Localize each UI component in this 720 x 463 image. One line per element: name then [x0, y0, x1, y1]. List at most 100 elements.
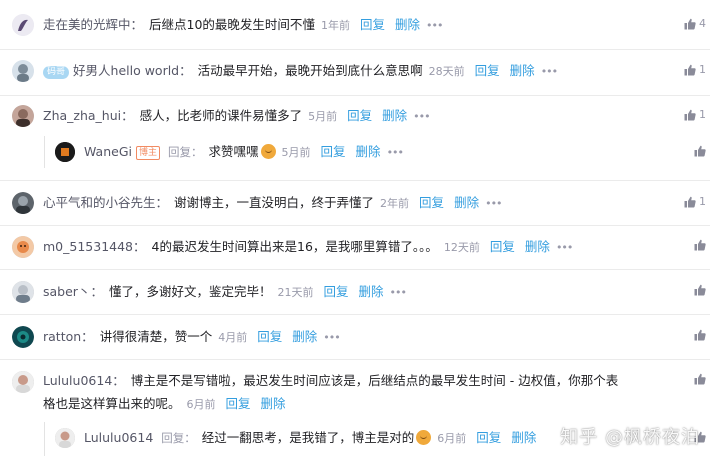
- divider: [0, 269, 710, 270]
- comment-time: 21天前: [277, 286, 314, 299]
- like-button[interactable]: 1: [684, 195, 706, 208]
- colon: ：: [133, 239, 146, 254]
- more-icon[interactable]: •••: [426, 19, 443, 32]
- comment-author[interactable]: 好男人hello world: [73, 63, 179, 78]
- avatar[interactable]: [12, 60, 34, 82]
- reply-button[interactable]: 回复: [347, 108, 372, 123]
- emoji-icon: [416, 430, 432, 445]
- comment-author[interactable]: 心平气和的小谷先生: [43, 195, 156, 210]
- thumbs-up-icon: [684, 18, 696, 29]
- avatar[interactable]: [12, 326, 34, 348]
- delete-button[interactable]: 删除: [525, 239, 550, 254]
- comment-text: 后继点10的最晚发生时间不懂: [149, 17, 315, 32]
- reply-text: 经过一翻思考，是我错了，博主是对的: [201, 430, 415, 445]
- reply-button[interactable]: 回复: [226, 396, 251, 411]
- more-icon[interactable]: •••: [556, 241, 573, 254]
- comment-text: 谢谢博主，一直没明白，终于弄懂了: [174, 195, 375, 210]
- watermark: 知乎 @枫桥夜泊: [560, 427, 700, 448]
- like-button[interactable]: [694, 373, 706, 385]
- colon: ：: [112, 373, 125, 388]
- reply-indent-line: [44, 422, 45, 456]
- reply-button[interactable]: 回复: [257, 329, 282, 344]
- avatar[interactable]: [12, 14, 34, 36]
- like-button[interactable]: [694, 145, 706, 157]
- delete-button[interactable]: 删除: [454, 195, 479, 210]
- avatar[interactable]: [12, 192, 34, 214]
- reply-button[interactable]: 回复: [360, 17, 385, 32]
- divider: [0, 225, 710, 226]
- delete-button[interactable]: 删除: [395, 17, 420, 32]
- reply-author[interactable]: Lululu0614: [84, 430, 153, 445]
- like-button[interactable]: [694, 284, 706, 296]
- divider: [0, 49, 710, 50]
- like-button[interactable]: [694, 239, 706, 251]
- avatar[interactable]: [12, 105, 34, 127]
- avatar[interactable]: [55, 428, 75, 448]
- reply-button[interactable]: 回复: [475, 63, 500, 78]
- comment-line: ratton： 讲得很清楚，赞一个 4月前 回复 删除 •••: [43, 328, 341, 347]
- emoji-icon: [260, 144, 276, 159]
- comment-line: 心平气和的小谷先生： 谢谢博主，一直没明白，终于弄懂了 2年前 回复 删除 •••: [43, 194, 503, 213]
- comment-text: 感人，比老师的课件易懂多了: [139, 108, 303, 123]
- reply-button[interactable]: 回复: [490, 239, 515, 254]
- reply-button[interactable]: 回复: [321, 144, 346, 159]
- like-button[interactable]: [694, 329, 706, 341]
- comment-line: saber丶： 懂了，多谢好文，鉴定完毕！ 21天前 回复 删除 •••: [43, 283, 407, 302]
- reply-line: Lululu0614 回复： 经过一翻思考，是我错了，博主是对的 6月前 回复 删除: [84, 429, 536, 448]
- comment-text: 4的最迟发生时间算出来是16，是我哪里算错了。。。: [151, 239, 438, 254]
- comment-author[interactable]: ratton: [43, 329, 81, 344]
- reply-label: 回复：: [168, 145, 203, 159]
- reply-author[interactable]: WaneGi: [84, 144, 132, 159]
- like-button[interactable]: 4: [684, 17, 706, 30]
- more-icon[interactable]: •••: [323, 331, 340, 344]
- thumbs-up-icon: [684, 64, 696, 75]
- like-button[interactable]: 1: [684, 108, 706, 121]
- thumbs-up-icon: [684, 196, 696, 207]
- comment-time: 2年前: [380, 197, 410, 210]
- comment-time: 5月前: [308, 110, 338, 123]
- delete-button[interactable]: 删除: [511, 430, 536, 445]
- comment-time: 12天前: [443, 241, 480, 254]
- more-icon[interactable]: •••: [387, 146, 404, 159]
- more-icon[interactable]: •••: [485, 197, 502, 210]
- comment-text: 活动最早开始，最晚开始到底什么意思啊: [197, 63, 423, 78]
- user-tag: 码哥: [43, 66, 70, 79]
- comment-author[interactable]: 走在美的光辉中: [43, 17, 131, 32]
- avatar[interactable]: [12, 236, 34, 258]
- like-button[interactable]: 1: [684, 63, 706, 76]
- more-icon[interactable]: •••: [541, 65, 558, 78]
- reply-time: 5月前: [281, 146, 311, 159]
- author-badge: 博主: [136, 146, 161, 160]
- avatar[interactable]: [12, 371, 34, 393]
- comment-line: m0_51531448： 4的最迟发生时间算出来是16，是我哪里算错了。。。 12天…: [43, 238, 573, 257]
- reply-button[interactable]: 回复: [419, 195, 444, 210]
- reply-label: 回复：: [161, 431, 196, 445]
- divider: [0, 95, 710, 96]
- more-icon[interactable]: •••: [390, 286, 407, 299]
- delete-button[interactable]: 删除: [382, 108, 407, 123]
- comment-line: Lululu0614： 博主是不是写错啦，最迟发生时间应该是，后继结点的最早发生时…: [43, 372, 618, 390]
- colon: ：: [81, 329, 94, 344]
- colon: ：: [90, 284, 103, 299]
- comment-author[interactable]: saber丶: [43, 284, 90, 299]
- like-count: 4: [699, 17, 706, 30]
- reply-button[interactable]: 回复: [323, 284, 348, 299]
- reply-indent-line: [44, 136, 45, 168]
- avatar[interactable]: [12, 281, 34, 303]
- delete-button[interactable]: 删除: [358, 284, 383, 299]
- comment-author[interactable]: m0_51531448: [43, 239, 133, 254]
- comment-author[interactable]: Zha_zha_hui: [43, 108, 121, 123]
- avatar[interactable]: [55, 142, 75, 162]
- comment-line: 走在美的光辉中： 后继点10的最晚发生时间不懂 1年前 回复 删除 •••: [43, 16, 443, 35]
- thumbs-up-icon: [684, 109, 696, 120]
- comment-author[interactable]: Lululu0614: [43, 373, 112, 388]
- delete-button[interactable]: 删除: [510, 63, 535, 78]
- like-count: 1: [699, 195, 706, 208]
- delete-button[interactable]: 删除: [261, 396, 286, 411]
- more-icon[interactable]: •••: [413, 110, 430, 123]
- reply-line: WaneGi 博主 回复： 求赞嘿嘿 5月前 回复 删除 •••: [84, 143, 404, 162]
- delete-button[interactable]: 删除: [356, 144, 381, 159]
- delete-button[interactable]: 删除: [292, 329, 317, 344]
- thumbs-up-icon: [694, 284, 706, 296]
- reply-button[interactable]: 回复: [476, 430, 501, 445]
